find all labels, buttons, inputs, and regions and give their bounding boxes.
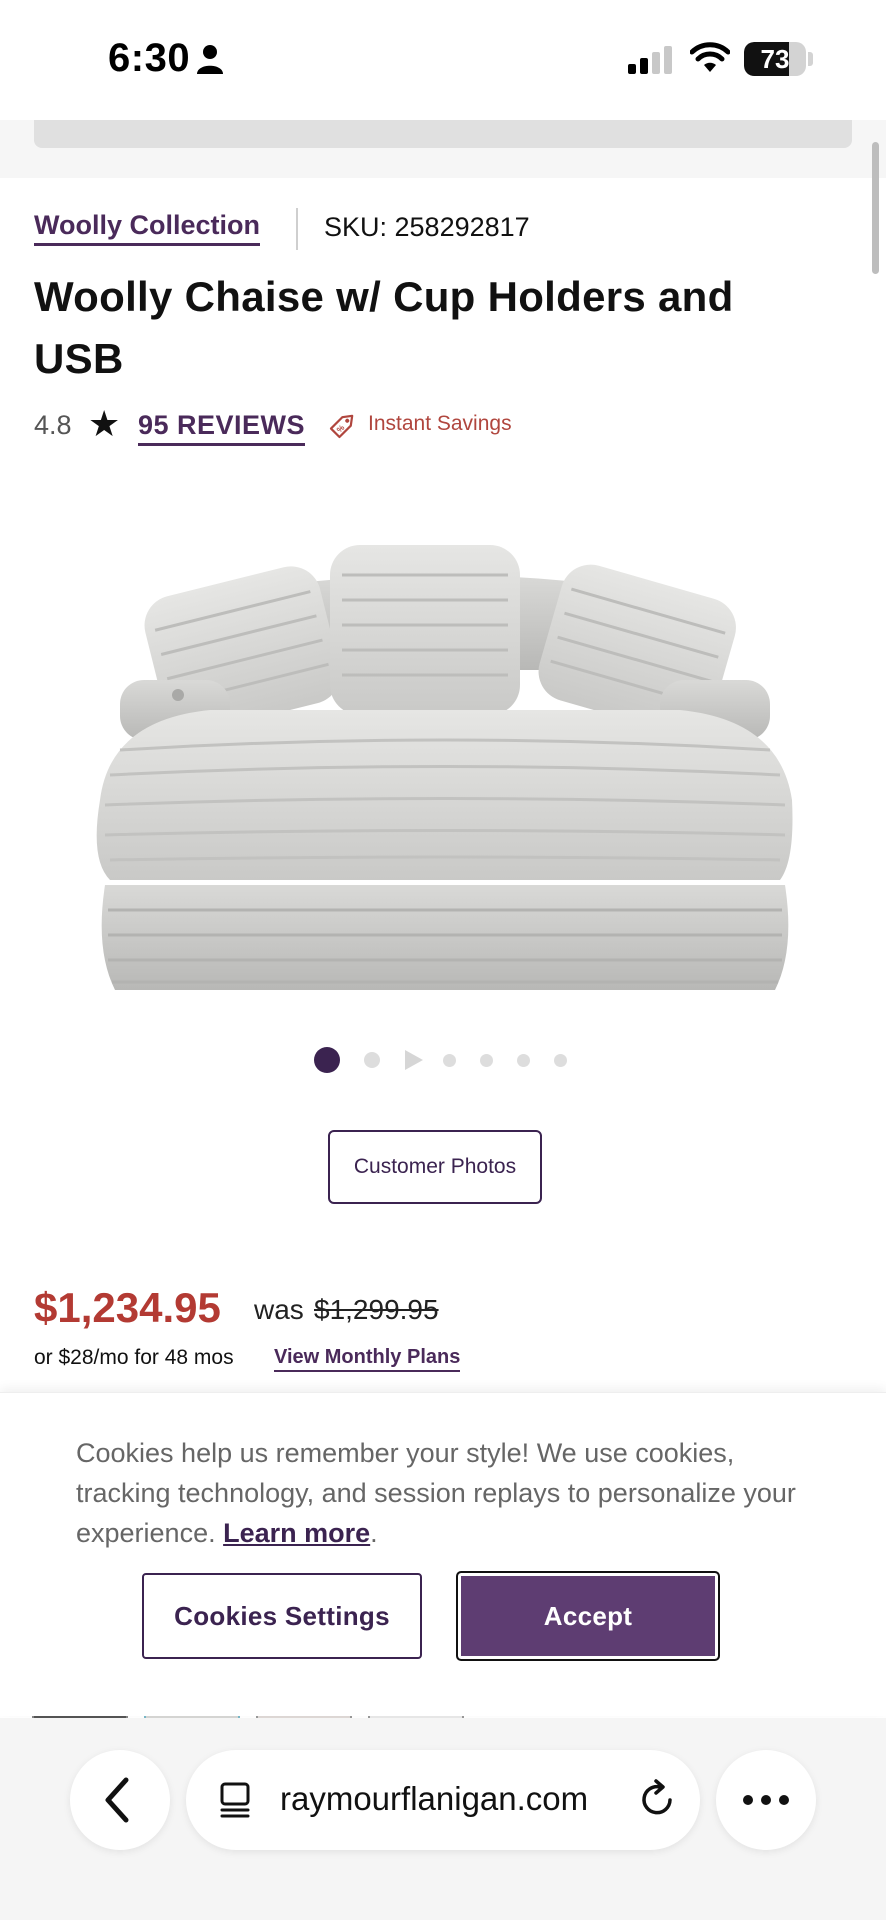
carousel-dot[interactable] <box>364 1052 380 1068</box>
scrollbar[interactable] <box>872 142 879 274</box>
reviews-link[interactable]: 95 REVIEWS <box>138 410 306 446</box>
site-settings-icon <box>220 1782 250 1818</box>
carousel-dots <box>0 1044 886 1076</box>
view-monthly-plans-link[interactable]: View Monthly Plans <box>274 1346 461 1372</box>
cookies-settings-button[interactable]: Cookies Settings <box>142 1573 422 1659</box>
back-button[interactable] <box>70 1750 170 1850</box>
star-icon: ★ <box>88 403 121 444</box>
divider <box>296 208 298 250</box>
price-tag-icon: % <box>329 414 354 439</box>
more-options-button[interactable] <box>716 1750 816 1850</box>
current-price: $1,234.95 <box>34 1284 221 1331</box>
learn-more-link[interactable]: Learn more <box>223 1518 370 1548</box>
product-title: Woolly Chaise w/ Cup Holders and USB <box>34 273 734 382</box>
carousel-dot[interactable] <box>442 1053 456 1067</box>
cellular-signal-icon <box>628 46 672 74</box>
wifi-icon <box>690 42 730 72</box>
monthly-payment-text: or $28/mo for 48 mos <box>34 1346 234 1369</box>
carousel-dot[interactable] <box>479 1053 493 1067</box>
more-dots-icon <box>743 1795 789 1805</box>
product-image[interactable] <box>80 530 810 1000</box>
sku-text: SKU: 258292817 <box>324 212 530 242</box>
carousel-video-dot[interactable] <box>403 1048 425 1072</box>
status-bar: 6:30 73 <box>0 0 886 120</box>
instant-savings-badge: Instant Savings <box>368 412 512 435</box>
original-price: $1,299.95 <box>314 1294 439 1325</box>
carousel-dot[interactable] <box>553 1053 567 1067</box>
top-strip <box>0 120 886 178</box>
cookie-text: Cookies help us remember your style! We … <box>76 1438 796 1548</box>
address-bar[interactable]: raymourflanigan.com <box>186 1750 700 1850</box>
chevron-left-icon <box>105 1777 129 1823</box>
browser-toolbar: raymourflanigan.com <box>0 1718 886 1920</box>
accept-cookies-button[interactable]: Accept <box>456 1571 720 1661</box>
header-bar-remnant <box>34 120 852 148</box>
battery-icon: 73 <box>744 42 806 76</box>
customer-photos-button[interactable]: Customer Photos <box>328 1130 542 1204</box>
battery-level: 73 <box>760 44 790 74</box>
was-label: was <box>254 1294 304 1325</box>
url-text: raymourflanigan.com <box>280 1780 589 1817</box>
reload-icon[interactable] <box>636 1778 678 1820</box>
collection-link[interactable]: Woolly Collection <box>34 210 261 246</box>
rating-value: 4.8 <box>34 410 72 440</box>
person-icon <box>197 45 223 74</box>
cookie-banner: Cookies help us remember your style! We … <box>0 1392 886 1716</box>
carousel-dot-active[interactable] <box>314 1047 340 1073</box>
cookie-period: . <box>370 1518 378 1548</box>
cookie-message: Cookies help us remember your style! We … <box>76 1433 816 1553</box>
status-time: 6:30 <box>108 36 191 80</box>
carousel-dot[interactable] <box>516 1053 530 1067</box>
